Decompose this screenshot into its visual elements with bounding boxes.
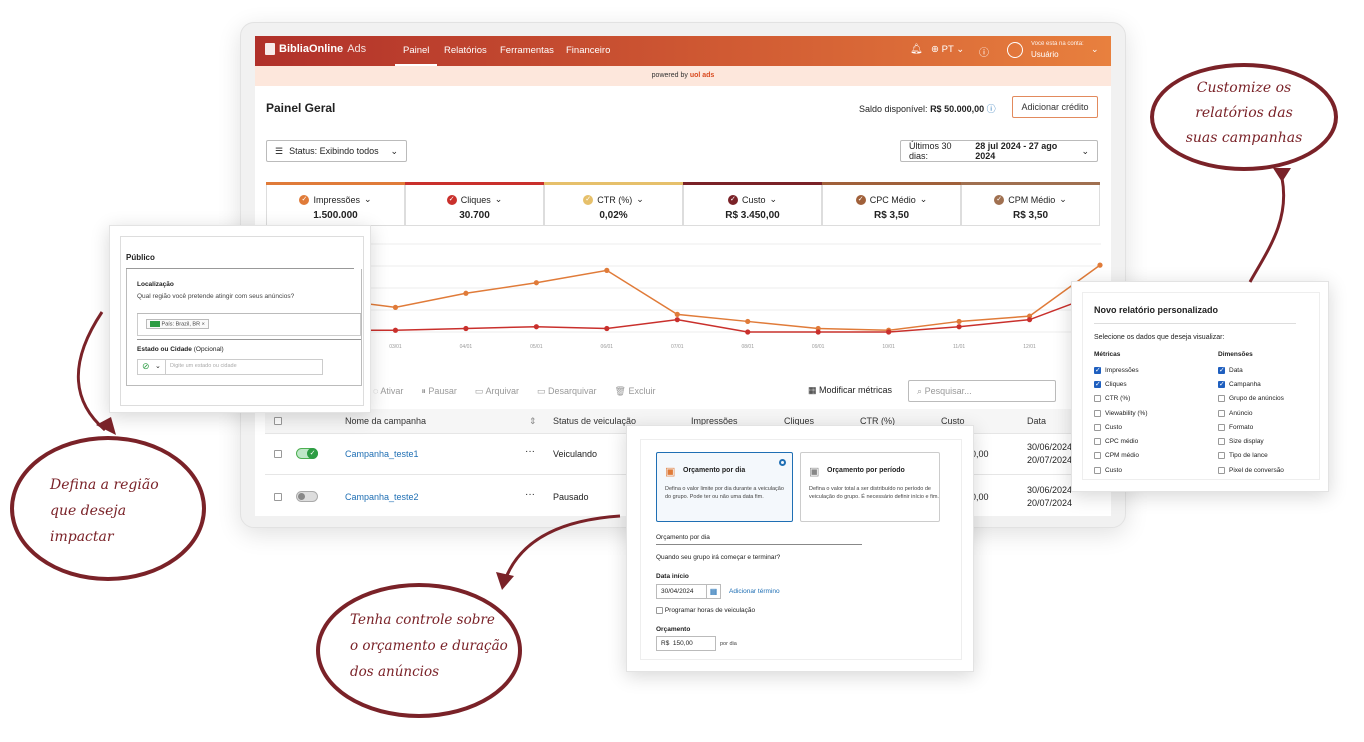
callout-line: Customize os (1196, 80, 1292, 96)
callout-line: Tenha controle sobre (350, 612, 495, 628)
arrow-region (76, 311, 106, 432)
callout-line: relatórios das (1195, 105, 1293, 121)
callout-line: suas campanhas (1185, 130, 1303, 146)
callout-line: que deseja (50, 503, 127, 519)
callout-line: dos anúncios (350, 664, 440, 680)
callout-region: Defina a região que deseja impactar (10, 436, 206, 581)
callout-line: Defina a região (50, 477, 159, 493)
callout-customize: Customize os relatórios das suas campanh… (1150, 63, 1338, 171)
arrowhead-region (96, 417, 116, 435)
arrowhead-report (1273, 168, 1291, 182)
callout-line: o orçamento e duração (350, 638, 508, 654)
arrow-report (1248, 177, 1286, 283)
arrowhead-budget (496, 572, 514, 590)
callout-line: impactar (50, 529, 114, 545)
callout-budget: Tenha controle sobre o orçamento e duraç… (316, 583, 522, 718)
arrow-budget (503, 514, 621, 581)
